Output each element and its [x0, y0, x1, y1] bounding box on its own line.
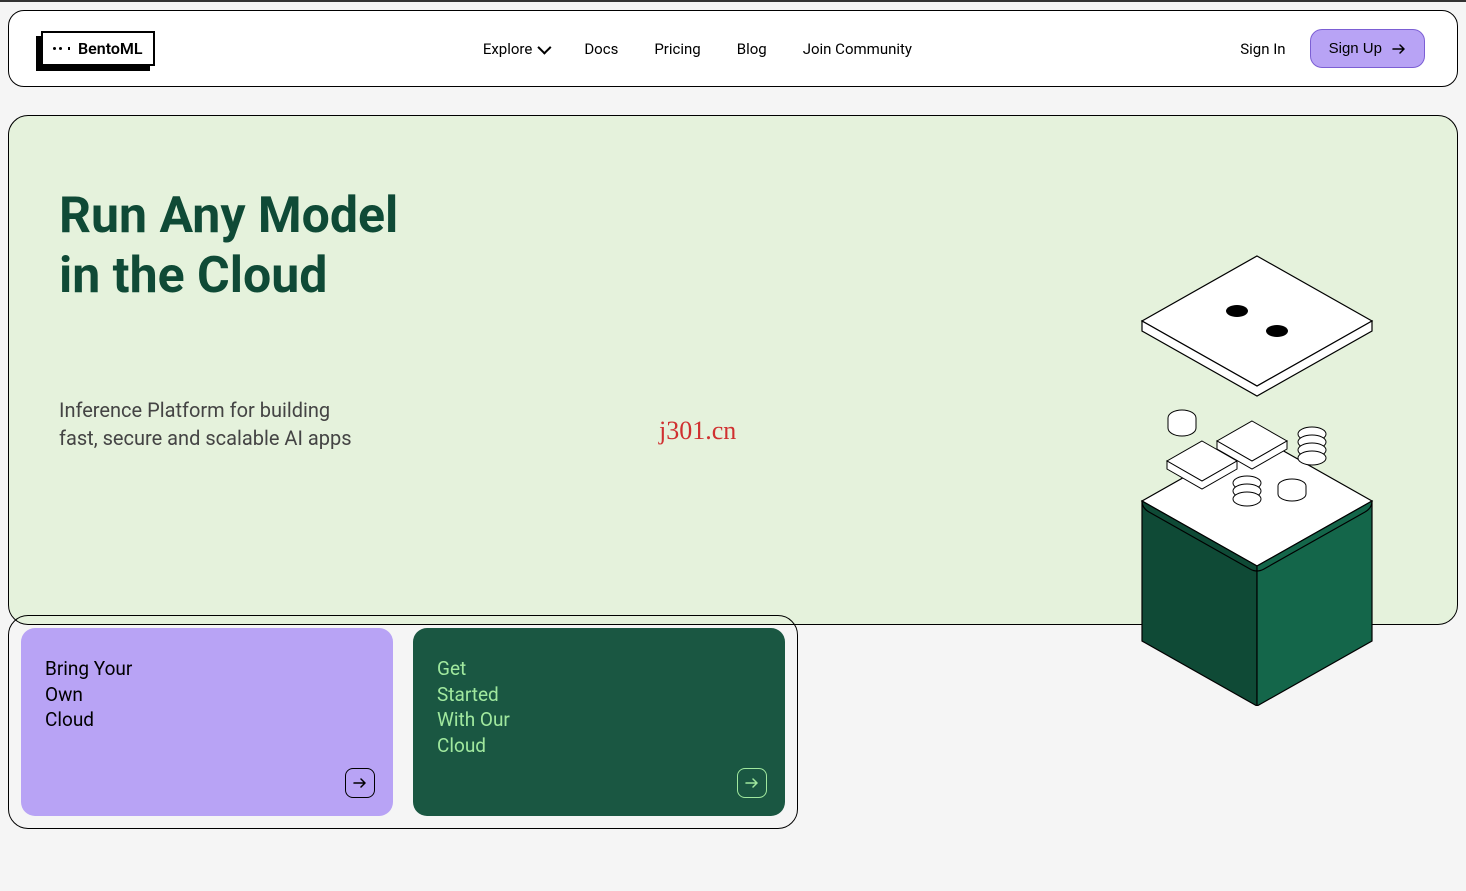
nav-pricing-label: Pricing [654, 40, 700, 58]
signin-label: Sign In [1240, 40, 1285, 58]
signup-button[interactable]: Sign Up [1310, 29, 1425, 68]
logo-text: BentoML [78, 39, 143, 58]
byoc-card[interactable]: Bring Your Own Cloud [21, 628, 393, 816]
bento-box-illustration [1127, 246, 1387, 706]
hero-subtitle: Inference Platform for building fast, se… [59, 396, 409, 452]
header-actions: Sign In Sign Up [1240, 29, 1425, 68]
logo-dots-icon [53, 47, 70, 50]
signin-link[interactable]: Sign In [1240, 40, 1285, 58]
hero-subtitle-line1: Inference Platform for building [59, 398, 330, 422]
watermark-text: j301.cn [659, 416, 736, 446]
logo[interactable]: BentoML [41, 31, 155, 66]
getstarted-card-title: Get Started With Our Cloud [437, 656, 547, 759]
hero-title-line2: in the Cloud [59, 247, 327, 305]
nav-docs[interactable]: Docs [584, 40, 618, 58]
signup-label: Sign Up [1329, 40, 1382, 57]
nav-blog[interactable]: Blog [737, 40, 767, 58]
chevron-down-icon [538, 40, 552, 54]
hero-section: Run Any Model in the Cloud Inference Pla… [8, 115, 1458, 625]
main-header: BentoML Explore Docs Pricing Blog Join C… [8, 10, 1458, 87]
arrow-right-icon [737, 768, 767, 798]
nav-explore-label: Explore [483, 40, 533, 58]
nav-community[interactable]: Join Community [803, 40, 912, 58]
nav-blog-label: Blog [737, 40, 767, 58]
nav-docs-label: Docs [584, 40, 618, 58]
getstarted-card[interactable]: Get Started With Our Cloud [413, 628, 785, 816]
nav-pricing[interactable]: Pricing [654, 40, 700, 58]
nav-community-label: Join Community [803, 40, 912, 58]
byoc-card-title: Bring Your Own Cloud [45, 656, 155, 733]
main-nav: Explore Docs Pricing Blog Join Community [483, 40, 912, 58]
cta-cards-container: Bring Your Own Cloud Get Started With Ou… [8, 615, 798, 829]
hero-title-line1: Run Any Model [59, 187, 398, 245]
hero-subtitle-line2: fast, secure and scalable AI apps [59, 426, 352, 450]
nav-explore[interactable]: Explore [483, 40, 549, 58]
arrow-right-icon [345, 768, 375, 798]
arrow-right-icon [1392, 44, 1406, 54]
